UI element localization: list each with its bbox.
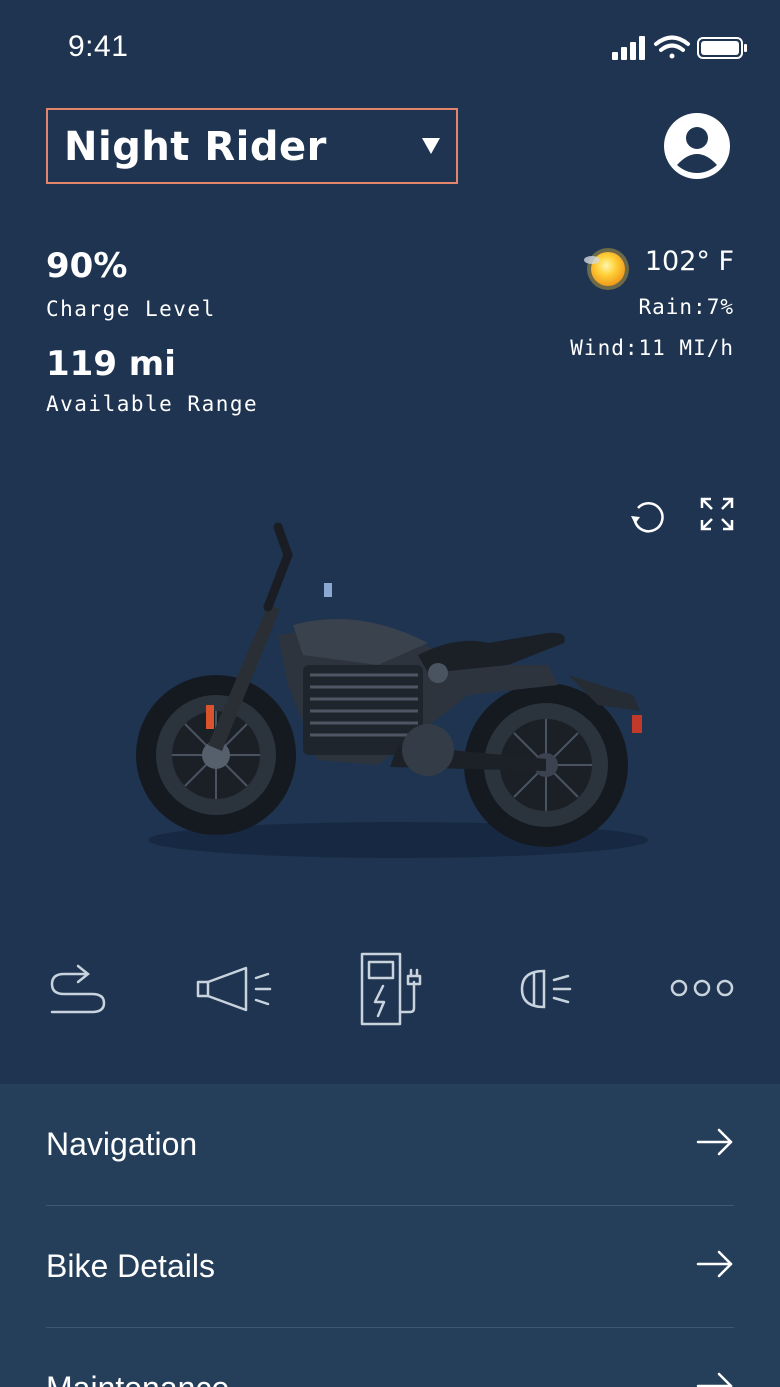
status-time: 9:41	[68, 30, 129, 63]
arrow-right-icon	[696, 1250, 733, 1278]
menu-item-maintenance[interactable]: Maintenance	[46, 1328, 734, 1387]
menu-list: Navigation Bike Details Maintenance	[0, 1084, 780, 1387]
quick-actions-bar	[0, 950, 780, 1030]
weather-temperature: 102° F	[644, 246, 734, 277]
headlight-icon[interactable]	[518, 968, 574, 1010]
menu-item-bike-details[interactable]: Bike Details	[46, 1206, 734, 1328]
status-icons	[612, 35, 747, 60]
signal-icon	[612, 36, 645, 60]
weather-wind: Wind:11 MI/h	[570, 336, 734, 360]
charge-level-value: 90%	[46, 246, 128, 286]
menu-item-label: Maintenance	[46, 1370, 229, 1387]
fullscreen-icon[interactable]	[700, 497, 734, 531]
bike-name: Night Rider	[64, 124, 327, 170]
route-icon[interactable]	[48, 962, 108, 1016]
caret-down-icon	[422, 138, 440, 154]
user-avatar-icon[interactable]	[664, 113, 730, 179]
motorcycle-image	[136, 522, 648, 858]
charge-level-label: Charge Level	[46, 297, 216, 321]
arrow-right-icon	[696, 1372, 733, 1387]
menu-item-navigation[interactable]: Navigation	[46, 1084, 734, 1206]
menu-item-label: Bike Details	[46, 1248, 215, 1284]
bike-selector-dropdown[interactable]: Night Rider	[46, 108, 458, 184]
weather-rain: Rain:7%	[638, 295, 734, 319]
battery-icon	[697, 37, 747, 59]
available-range-value: 119 mi	[46, 344, 176, 384]
menu-item-label: Navigation	[46, 1126, 198, 1162]
available-range-label: Available Range	[46, 392, 259, 416]
horn-icon[interactable]	[196, 964, 272, 1014]
sun-icon	[584, 248, 629, 290]
arrow-right-icon	[696, 1128, 733, 1156]
status-bar: 9:41	[0, 0, 780, 96]
wifi-icon	[654, 35, 690, 59]
charging-station-icon[interactable]	[360, 952, 422, 1026]
more-icon[interactable]	[670, 978, 734, 998]
